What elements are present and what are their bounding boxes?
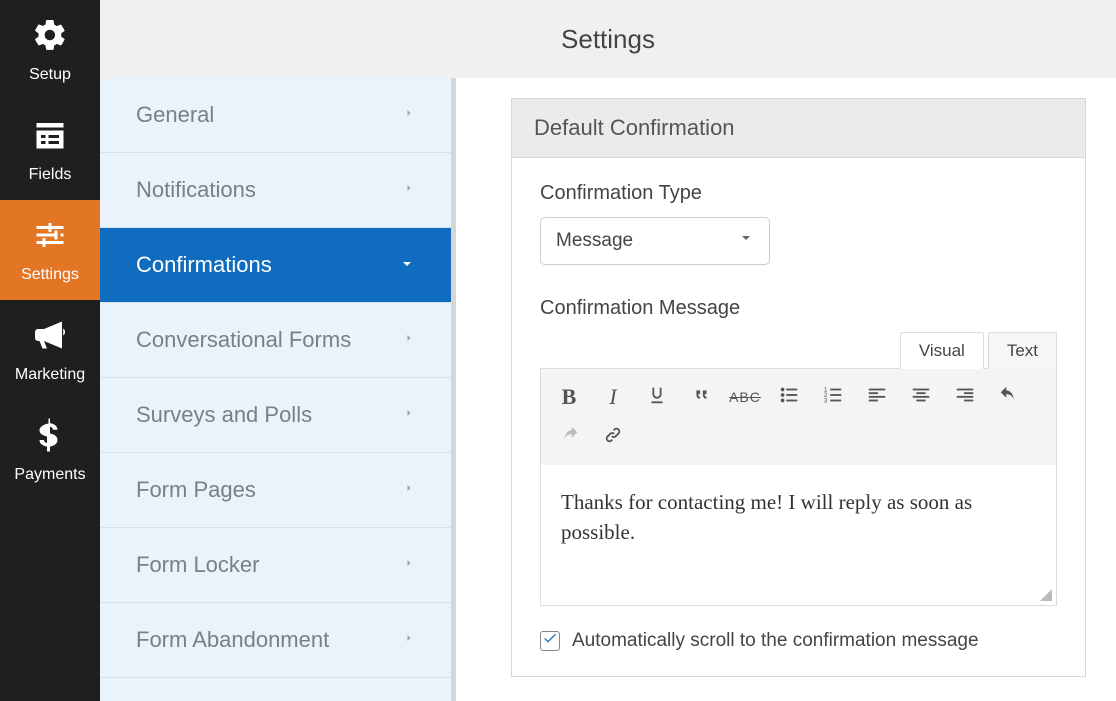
sidebar-item-label: Conversational Forms [136,327,351,353]
link-icon [602,424,624,451]
italic-button[interactable]: I [593,379,633,415]
underline-button[interactable] [637,379,677,415]
sidebar-item-notifications[interactable]: Notifications [100,153,451,228]
icon-nav: Setup Fields Settings Marketing Payments [0,0,100,701]
sliders-icon [32,217,68,258]
dollar-icon [32,417,68,458]
numbered-list-button[interactable]: 123 [813,379,853,415]
settings-sidebar: General Notifications Confirmations Conv… [100,78,456,701]
align-center-button[interactable] [901,379,941,415]
sidebar-item-label: Form Pages [136,477,256,503]
sidebar-item-surveys-and-polls[interactable]: Surveys and Polls [100,378,451,453]
redo-button[interactable] [549,419,589,455]
content-column: Settings General Notifications Confirmat… [100,0,1116,701]
strikethrough-button[interactable]: ABC [725,379,765,415]
list-icon [32,117,68,158]
page-title: Settings [100,0,1116,78]
chevron-right-icon [403,327,415,353]
align-right-icon [954,384,976,411]
sidebar-item-general[interactable]: General [100,78,451,153]
nav-label: Payments [14,466,85,484]
strike-icon: ABC [729,389,761,405]
main-panel: Default Confirmation Confirmation Type M… [456,78,1116,701]
tab-text[interactable]: Text [988,332,1057,369]
bullet-list-button[interactable] [769,379,809,415]
select-value: Message [556,230,633,252]
bullet-list-icon [778,384,800,411]
sidebar-item-label: Notifications [136,177,256,203]
sidebar-item-label: General [136,102,214,128]
link-button[interactable] [593,419,633,455]
confirmation-type-select-wrap: Message [540,217,770,265]
nav-label: Setup [29,66,71,84]
underline-icon [646,384,668,411]
bullhorn-icon [32,317,68,358]
nav-item-payments[interactable]: Payments [0,400,100,500]
card-header: Default Confirmation [512,99,1085,158]
sidebar-item-form-pages[interactable]: Form Pages [100,453,451,528]
sidebar-item-form-locker[interactable]: Form Locker [100,528,451,603]
nav-item-marketing[interactable]: Marketing [0,300,100,400]
auto-scroll-checkbox[interactable] [540,631,560,651]
align-center-icon [910,384,932,411]
body-row: General Notifications Confirmations Conv… [100,78,1116,701]
sidebar-item-label: Surveys and Polls [136,402,312,428]
nav-item-setup[interactable]: Setup [0,0,100,100]
chevron-down-icon [738,230,754,252]
resize-handle[interactable] [1038,587,1052,601]
blockquote-button[interactable] [681,379,721,415]
editor-toolbar: B I [541,369,1056,465]
sidebar-item-label: Form Locker [136,552,259,578]
sidebar-item-label: Confirmations [136,252,272,278]
chevron-right-icon [403,102,415,128]
sidebar-item-form-abandonment[interactable]: Form Abandonment [100,603,451,678]
svg-text:3: 3 [824,397,828,404]
chevron-down-icon [399,252,415,278]
redo-icon [558,424,580,451]
align-left-icon [866,384,888,411]
confirmation-message-editor[interactable]: Thanks for contacting me! I will reply a… [541,465,1056,605]
numbered-list-icon: 123 [822,384,844,411]
chevron-right-icon [403,402,415,428]
confirmation-type-label: Confirmation Type [540,182,1057,205]
chevron-right-icon [403,477,415,503]
confirmation-message-label: Confirmation Message [540,297,1057,320]
undo-button[interactable] [989,379,1029,415]
nav-item-fields[interactable]: Fields [0,100,100,200]
gear-icon [32,17,68,58]
sidebar-item-confirmations[interactable]: Confirmations [100,228,451,303]
align-left-button[interactable] [857,379,897,415]
card-body: Confirmation Type Message Confirmation M… [512,158,1085,676]
nav-label: Settings [21,266,79,284]
quote-icon [690,384,712,411]
editor-box: B I [540,368,1057,606]
tab-visual[interactable]: Visual [900,332,984,369]
confirmation-type-select[interactable]: Message [540,217,770,265]
bold-button[interactable]: B [549,379,589,415]
chevron-right-icon [403,627,415,653]
nav-item-settings[interactable]: Settings [0,200,100,300]
chevron-right-icon [403,552,415,578]
undo-icon [998,384,1020,411]
confirmation-card: Default Confirmation Confirmation Type M… [511,98,1086,677]
check-icon [542,630,558,652]
nav-label: Marketing [15,366,85,384]
editor-tabs: Visual Text [540,332,1057,369]
sidebar-item-label: Form Abandonment [136,627,329,653]
auto-scroll-label: Automatically scroll to the confirmation… [572,630,979,652]
align-right-button[interactable] [945,379,985,415]
nav-label: Fields [29,166,72,184]
sidebar-item-conversational-forms[interactable]: Conversational Forms [100,303,451,378]
auto-scroll-row: Automatically scroll to the confirmation… [540,630,1057,652]
chevron-right-icon [403,177,415,203]
